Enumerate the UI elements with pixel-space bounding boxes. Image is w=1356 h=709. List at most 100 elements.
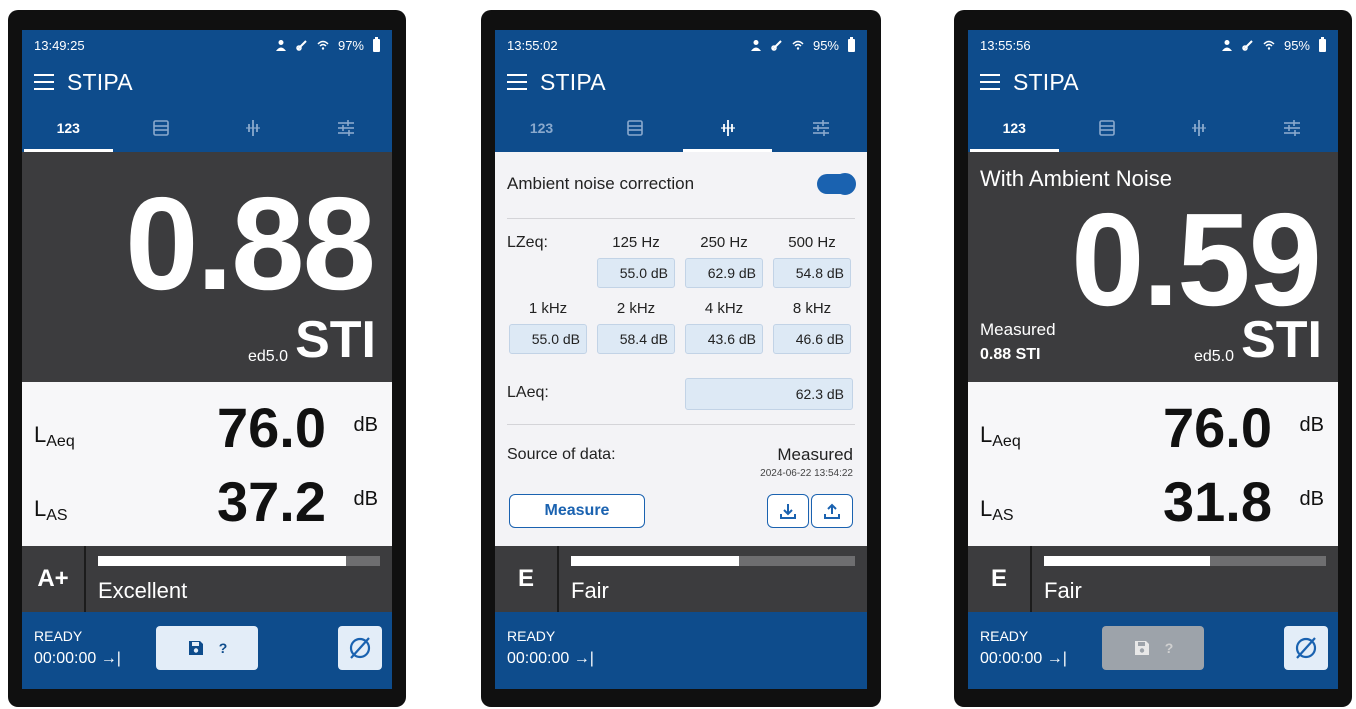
level-unit: dB	[353, 488, 378, 510]
sti-edition: ed5.0	[1193, 348, 1234, 365]
rating-bar: E Fair	[495, 546, 867, 612]
level-row-laeq: LAeq 76.0 dB	[22, 394, 392, 464]
measure-button[interactable]: Measure	[509, 494, 645, 528]
band-freq-label: 1 kHz	[528, 300, 568, 317]
tab-bar: 123	[968, 104, 1338, 152]
rating-bar: A+ Excellent	[22, 546, 392, 612]
tab-bar: 123	[22, 104, 392, 152]
tab-numeric-label: 123	[56, 120, 80, 136]
scale-tick	[1213, 566, 1215, 570]
source-timestamp: 2024-06-22 13:54:22	[760, 468, 853, 479]
level-unit: dB	[1299, 488, 1324, 510]
band-value-field: 55.0 dB	[597, 258, 675, 288]
source-value: Measured	[777, 445, 853, 464]
spectrum-icon	[1192, 120, 1207, 136]
level-value: 76.0	[1163, 396, 1272, 459]
link-icon	[1242, 40, 1253, 51]
scale-tick	[798, 566, 800, 570]
rating-scale	[1044, 556, 1326, 570]
person-icon	[275, 40, 286, 51]
band-value-field: 58.4 dB	[597, 324, 675, 354]
ambient-noise-toggle[interactable]	[817, 173, 856, 195]
menu-icon[interactable]	[980, 74, 1000, 90]
tab-settings[interactable]	[300, 104, 393, 152]
rating-label: Fair	[1044, 578, 1082, 603]
menu-icon[interactable]	[34, 74, 54, 90]
save-icon	[188, 641, 203, 655]
spectrum-icon	[720, 120, 735, 136]
level-name: LAeq	[34, 422, 75, 450]
menu-icon[interactable]	[507, 74, 527, 90]
band-value-field: 54.8 dB	[773, 258, 851, 288]
scale-tick	[741, 566, 743, 570]
tab-numeric[interactable]: 123	[22, 104, 115, 152]
tab-spectrum[interactable]	[681, 104, 774, 152]
status-time: 13:55:56	[980, 37, 1031, 53]
app-title: STIPA	[1013, 68, 1079, 95]
tab-list[interactable]	[115, 104, 208, 152]
level-name: LAeq	[980, 422, 1021, 450]
rating-scale-fill	[98, 556, 347, 566]
phone-frame-1: 13:49:25 97% STIPA 123 0.88 ed5.0 STI LA…	[8, 10, 406, 707]
timer: 00:00:00 →|	[507, 650, 594, 667]
sliders-icon	[1283, 120, 1300, 136]
scale-tick	[210, 566, 212, 570]
level-row-las: LAS 37.2 dB	[22, 468, 392, 538]
band-freq-label: 250 Hz	[700, 234, 748, 251]
empty-set-button[interactable]	[1284, 626, 1328, 670]
sti-value: 0.88	[125, 170, 376, 317]
scale-tick	[267, 566, 269, 570]
sti-value: 0.59	[1071, 186, 1322, 333]
tab-spectrum[interactable]	[207, 104, 300, 152]
source-label: Source of data:	[507, 446, 616, 463]
list-icon	[626, 120, 643, 136]
tab-settings[interactable]	[1246, 104, 1339, 152]
level-value: 76.0	[217, 396, 326, 459]
screen-1: 13:49:25 97% STIPA 123 0.88 ed5.0 STI LA…	[22, 30, 392, 689]
app-title: STIPA	[67, 68, 133, 95]
band-freq-label: 4 kHz	[704, 300, 744, 317]
sti-display: 0.88 ed5.0 STI	[22, 152, 392, 382]
download-button[interactable]	[767, 494, 809, 528]
tab-numeric[interactable]: 123	[495, 104, 588, 152]
status-bar: 13:55:02 95%	[495, 30, 867, 60]
tab-spectrum[interactable]	[1153, 104, 1246, 152]
empty-set-icon	[1295, 637, 1317, 659]
download-icon	[780, 504, 796, 519]
upload-button[interactable]	[811, 494, 853, 528]
battery-icon	[848, 36, 855, 52]
rating-scale-fill	[1044, 556, 1211, 566]
save-button[interactable]: ?	[1102, 626, 1204, 670]
scale-tick	[627, 566, 629, 570]
battery-percent: 97%	[337, 37, 364, 53]
laeq-value-field: 62.3 dB	[685, 378, 853, 410]
scale-tick	[154, 566, 156, 570]
wifi-icon	[792, 40, 804, 50]
timer: 00:00:00 →|	[34, 650, 121, 667]
ready-status: READY	[34, 628, 83, 644]
level-name: LAS	[34, 496, 68, 524]
level-row-laeq: LAeq 76.0 dB	[968, 394, 1338, 464]
tab-list[interactable]	[1061, 104, 1154, 152]
phone-frame-2: 13:55:02 95% STIPA 123 Ambient noise cor…	[481, 10, 881, 707]
tab-list[interactable]	[588, 104, 681, 152]
lzeq-label: LZeq:	[507, 234, 548, 251]
tab-numeric[interactable]: 123	[968, 104, 1061, 152]
band-freq-label: 2 kHz	[616, 300, 656, 317]
save-button[interactable]: ?	[156, 626, 258, 670]
sti-edition: ed5.0	[247, 348, 288, 365]
band-freq-label: 500 Hz	[788, 234, 836, 251]
empty-set-button[interactable]	[338, 626, 382, 670]
app-title: STIPA	[540, 68, 606, 95]
scale-tick	[1100, 566, 1102, 570]
level-unit: dB	[1299, 414, 1324, 436]
tab-settings[interactable]	[774, 104, 867, 152]
rating-bar: E Fair	[968, 546, 1338, 612]
band-value-field: 55.0 dB	[509, 324, 587, 354]
tab-numeric-label: 123	[1002, 120, 1026, 136]
scale-tick	[1156, 566, 1158, 570]
rating-grade: A+	[37, 565, 69, 592]
timer: 00:00:00 →|	[980, 650, 1067, 667]
levels-panel: LAeq 76.0 dB LAS 37.2 dB	[22, 382, 392, 546]
sti-unit: STI	[1241, 311, 1322, 369]
